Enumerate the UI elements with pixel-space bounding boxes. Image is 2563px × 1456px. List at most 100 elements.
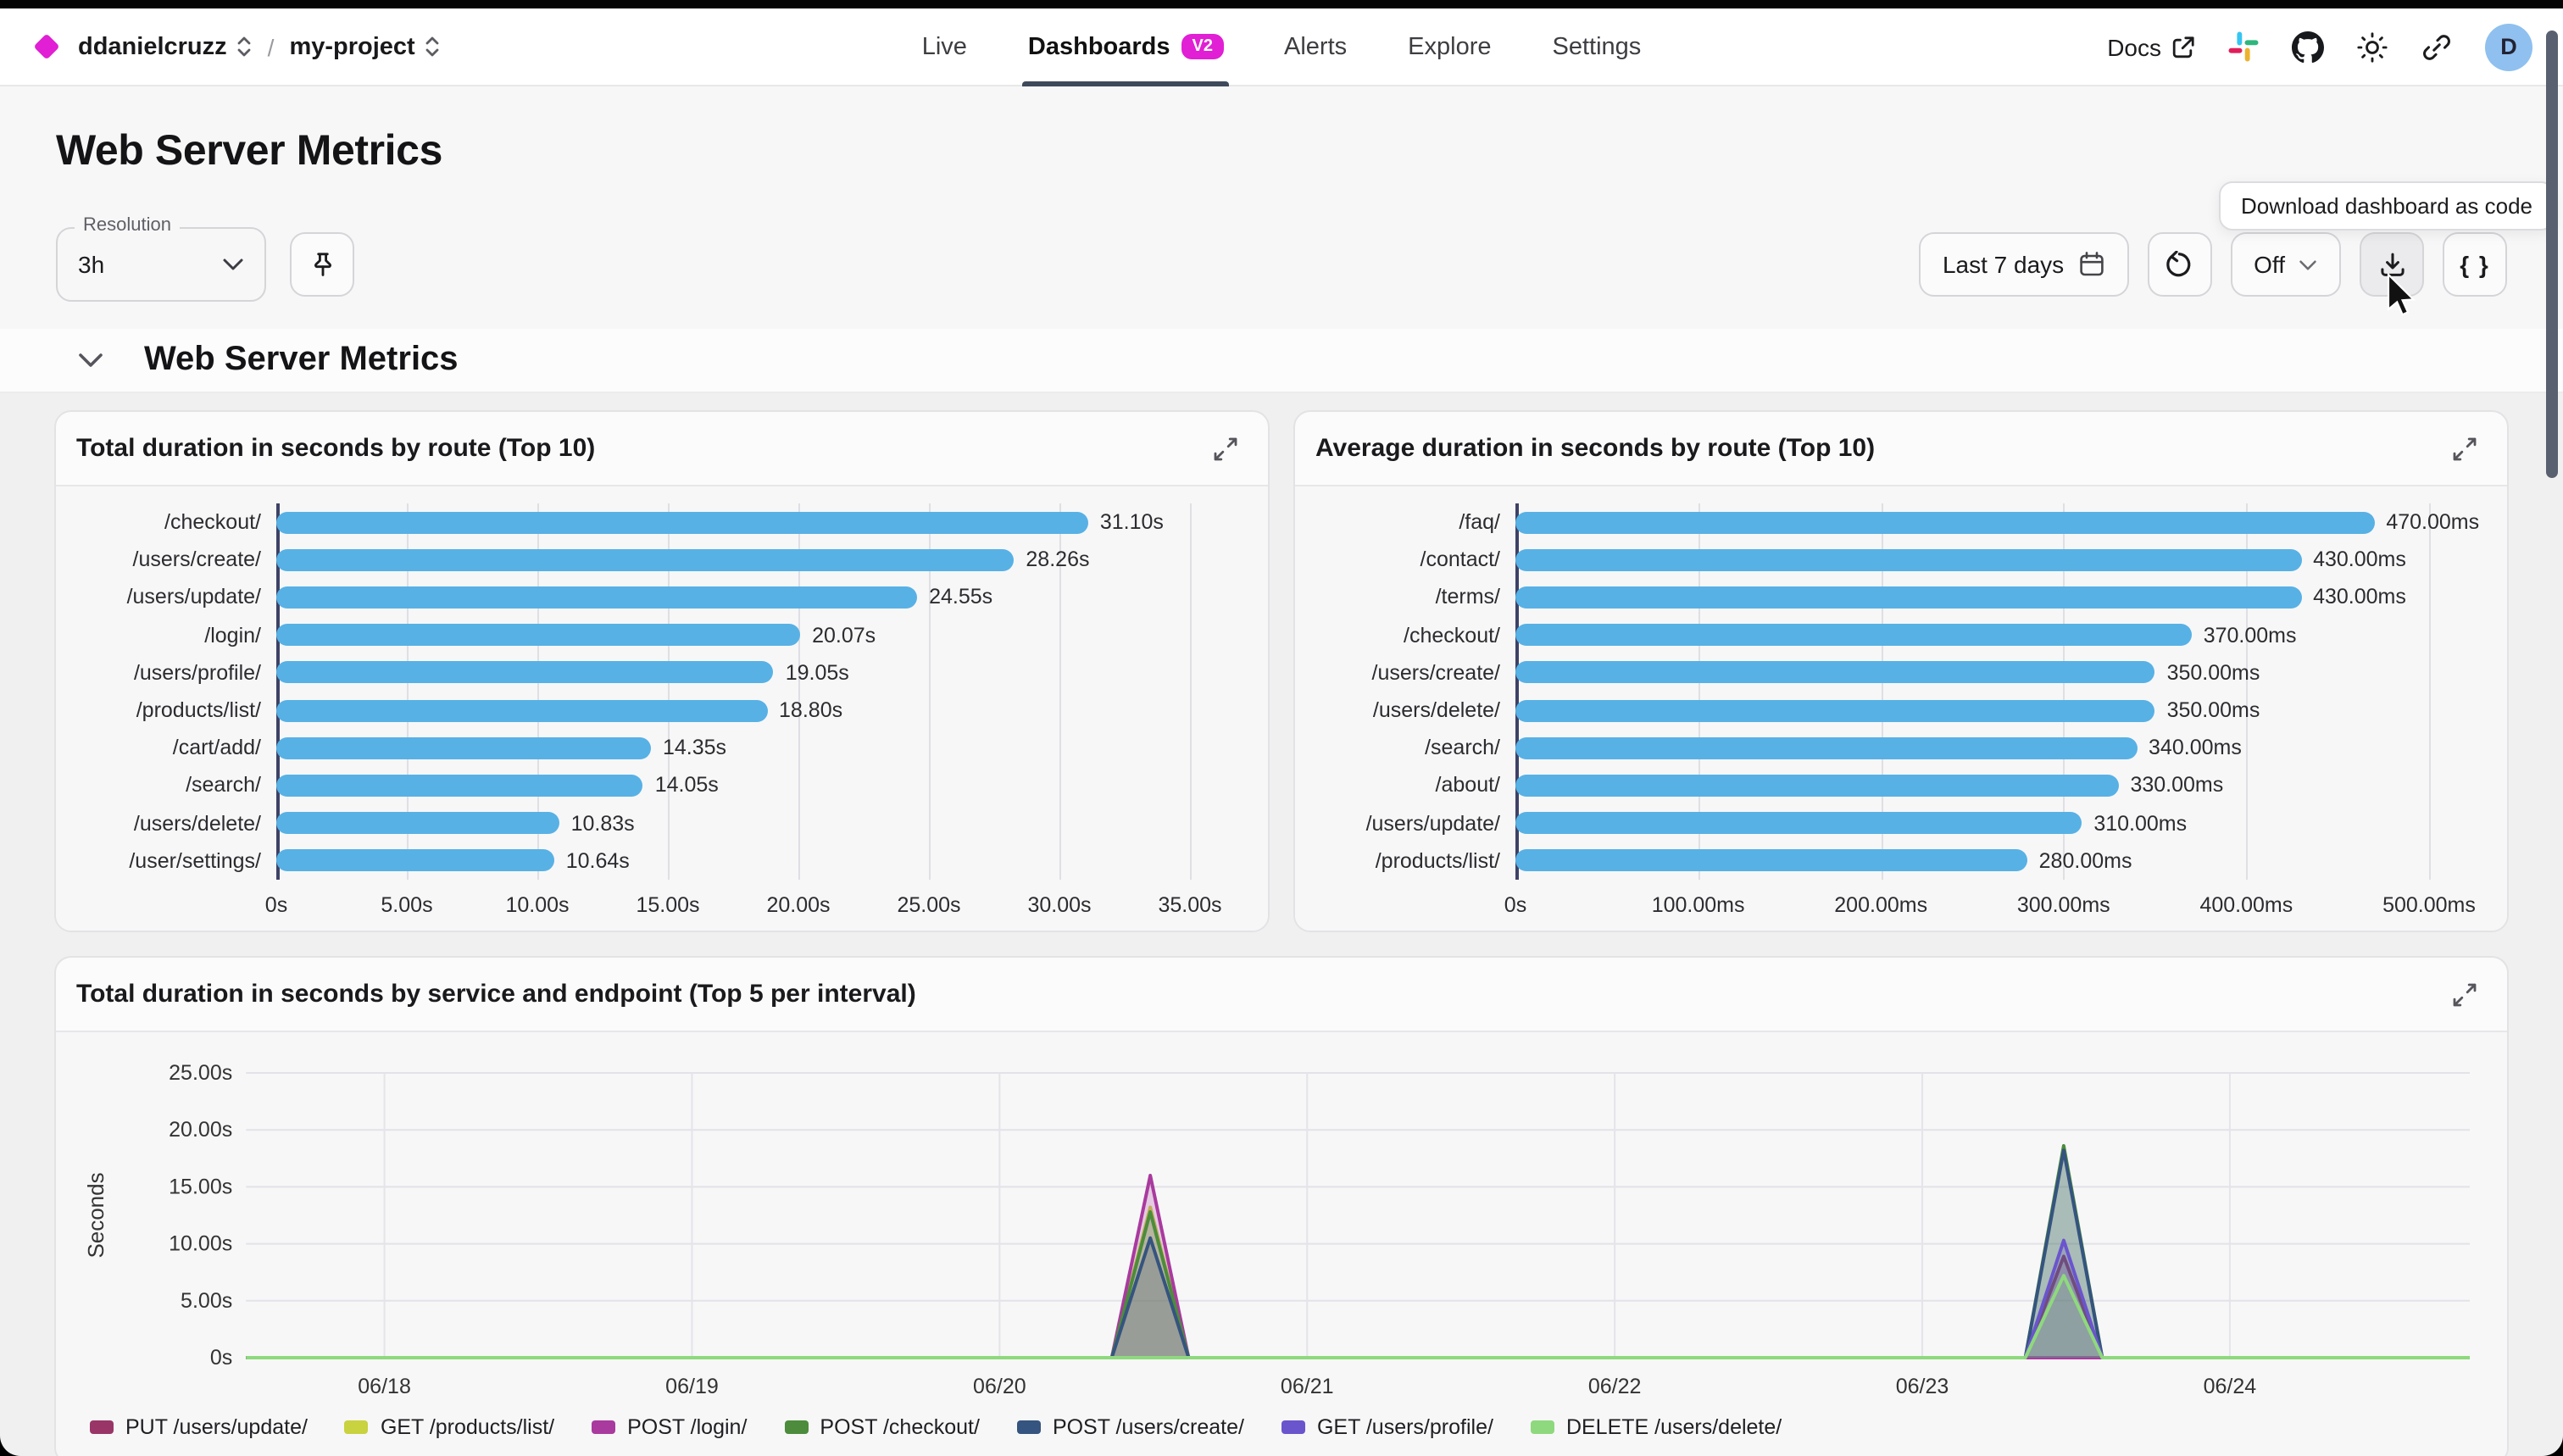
x-axis: 0s100.00ms200.00ms300.00ms400.00ms500.00… (1515, 880, 2487, 924)
bar-value-label: 340.00ms (2149, 736, 2242, 759)
tab-live[interactable]: Live (922, 8, 967, 86)
bar-row: 430.00ms (1515, 581, 2487, 614)
refresh-button[interactable] (2147, 232, 2211, 297)
area-chart-plot: 06/1806/1906/2006/2106/2206/2306/240s5.0… (76, 1049, 2487, 1409)
chart-legend: PUT /users/update/ GET /products/list/ P… (76, 1409, 2487, 1439)
pin-dashboard-button[interactable] (290, 232, 354, 297)
x-tick-label: 300.00ms (2017, 893, 2110, 917)
bar-value-label: 430.00ms (2313, 586, 2406, 609)
bar (1515, 775, 2118, 797)
y-axis-labels: /faq//contact//terms//checkout//users/cr… (1315, 503, 1515, 880)
resolution-select[interactable]: Resolution 3h (56, 227, 266, 302)
org-selector[interactable]: ddanielcruzz (78, 33, 253, 60)
legend-item[interactable]: POST /checkout/ (784, 1415, 980, 1439)
bar-row: 350.00ms (1515, 693, 2487, 727)
tab-alerts[interactable]: Alerts (1284, 8, 1347, 86)
legend-item[interactable]: PUT /users/update/ (90, 1415, 308, 1439)
project-name: my-project (289, 33, 414, 60)
bar-value-label: 350.00ms (2167, 661, 2260, 685)
legend-item[interactable]: GET /products/list/ (345, 1415, 554, 1439)
dashboard-section-header[interactable]: Web Server Metrics (0, 329, 2563, 393)
svg-text:15.00s: 15.00s (169, 1175, 232, 1198)
bar-category-label: /products/list/ (1315, 844, 1515, 878)
resolution-value: 3h (78, 251, 104, 278)
svg-text:10.00s: 10.00s (169, 1232, 232, 1256)
chevron-down-icon (222, 258, 244, 271)
download-tooltip: Download dashboard as code (2219, 181, 2555, 231)
github-icon[interactable] (2292, 31, 2324, 63)
auto-refresh-select[interactable]: Off (2230, 232, 2341, 297)
bar-category-label: /user/settings/ (76, 844, 276, 878)
bar (1515, 736, 2137, 759)
x-tick-label: 100.00ms (1652, 893, 1745, 917)
bar-value-label: 28.26s (1026, 548, 1089, 572)
bar (1515, 850, 2027, 872)
bar-row: 19.05s (276, 656, 1248, 690)
bar-row: 14.05s (276, 769, 1248, 803)
legend-item[interactable]: POST /login/ (592, 1415, 747, 1439)
legend-item[interactable]: POST /users/create/ (1017, 1415, 1244, 1439)
legend-item[interactable]: GET /users/profile/ (1282, 1415, 1493, 1439)
legend-label: POST /checkout/ (820, 1415, 980, 1439)
time-range-button[interactable]: Last 7 days (1919, 232, 2128, 297)
bar-value-label: 330.00ms (2130, 774, 2223, 797)
svg-text:Seconds: Seconds (83, 1172, 108, 1258)
svg-text:5.00s: 5.00s (181, 1289, 232, 1313)
section-title: Web Server Metrics (144, 341, 459, 380)
dashboard-code-button[interactable]: { } (2443, 232, 2507, 297)
legend-label: POST /login/ (627, 1415, 747, 1439)
expand-panel-button[interactable] (1204, 426, 1248, 470)
legend-swatch (345, 1420, 369, 1434)
bar (276, 775, 643, 797)
tab-dashboards[interactable]: Dashboards V2 (1028, 8, 1223, 86)
bar-row: 280.00ms (1515, 844, 2487, 878)
bar-value-label: 350.00ms (2167, 698, 2260, 722)
x-tick-label: 20.00s (766, 893, 830, 917)
breadcrumb-separator: / (268, 33, 275, 60)
legend-item[interactable]: DELETE /users/delete/ (1531, 1415, 1782, 1439)
bar (276, 586, 917, 609)
bar-category-label: /users/delete/ (76, 806, 276, 840)
bar-row: 470.00ms (1515, 505, 2487, 539)
bar (276, 736, 651, 759)
legend-swatch (1282, 1420, 1305, 1434)
docs-link[interactable]: Docs (2107, 33, 2195, 60)
bar-category-label: /users/profile/ (76, 656, 276, 690)
bar-row: 430.00ms (1515, 543, 2487, 577)
page-scrollbar[interactable] (2546, 31, 2558, 478)
bar-row: 18.80s (276, 693, 1248, 727)
bar-category-label: /products/list/ (76, 693, 276, 727)
bar-row: 370.00ms (1515, 618, 2487, 652)
panel-title: Total duration in seconds by route (Top … (76, 434, 595, 463)
tab-explore[interactable]: Explore (1408, 8, 1491, 86)
share-link-icon[interactable] (2421, 31, 2453, 63)
bar (1515, 549, 2301, 571)
user-avatar[interactable]: D (2485, 23, 2532, 70)
svg-text:06/21: 06/21 (1281, 1375, 1334, 1398)
expand-icon (1214, 436, 1237, 460)
expand-icon (2453, 436, 2477, 460)
panel-title: Average duration in seconds by route (To… (1315, 434, 1875, 463)
bar (276, 699, 767, 721)
plot-area: 31.10s 28.26s 24.55s 20.07s 19.05s 18.80… (276, 503, 1248, 880)
svg-text:06/18: 06/18 (358, 1375, 411, 1398)
bar-row: 28.26s (276, 543, 1248, 577)
pin-icon (308, 250, 336, 279)
project-selector[interactable]: my-project (289, 33, 440, 60)
bar (1515, 586, 2301, 609)
expand-panel-button[interactable] (2443, 972, 2487, 1016)
bar-row: 20.07s (276, 618, 1248, 652)
bar (1515, 812, 2082, 834)
bar-category-label: /users/create/ (1315, 656, 1515, 690)
bar-category-label: /checkout/ (1315, 618, 1515, 652)
bar (276, 549, 1014, 571)
slack-icon[interactable] (2227, 31, 2260, 63)
theme-sun-icon[interactable] (2356, 31, 2388, 63)
bar-value-label: 14.05s (655, 774, 719, 797)
bar-category-label: /login/ (76, 618, 276, 652)
legend-swatch (592, 1420, 615, 1434)
expand-panel-button[interactable] (2443, 426, 2487, 470)
legend-swatch (1531, 1420, 1554, 1434)
tab-settings[interactable]: Settings (1553, 8, 1642, 86)
bar-value-label: 18.80s (779, 698, 842, 722)
